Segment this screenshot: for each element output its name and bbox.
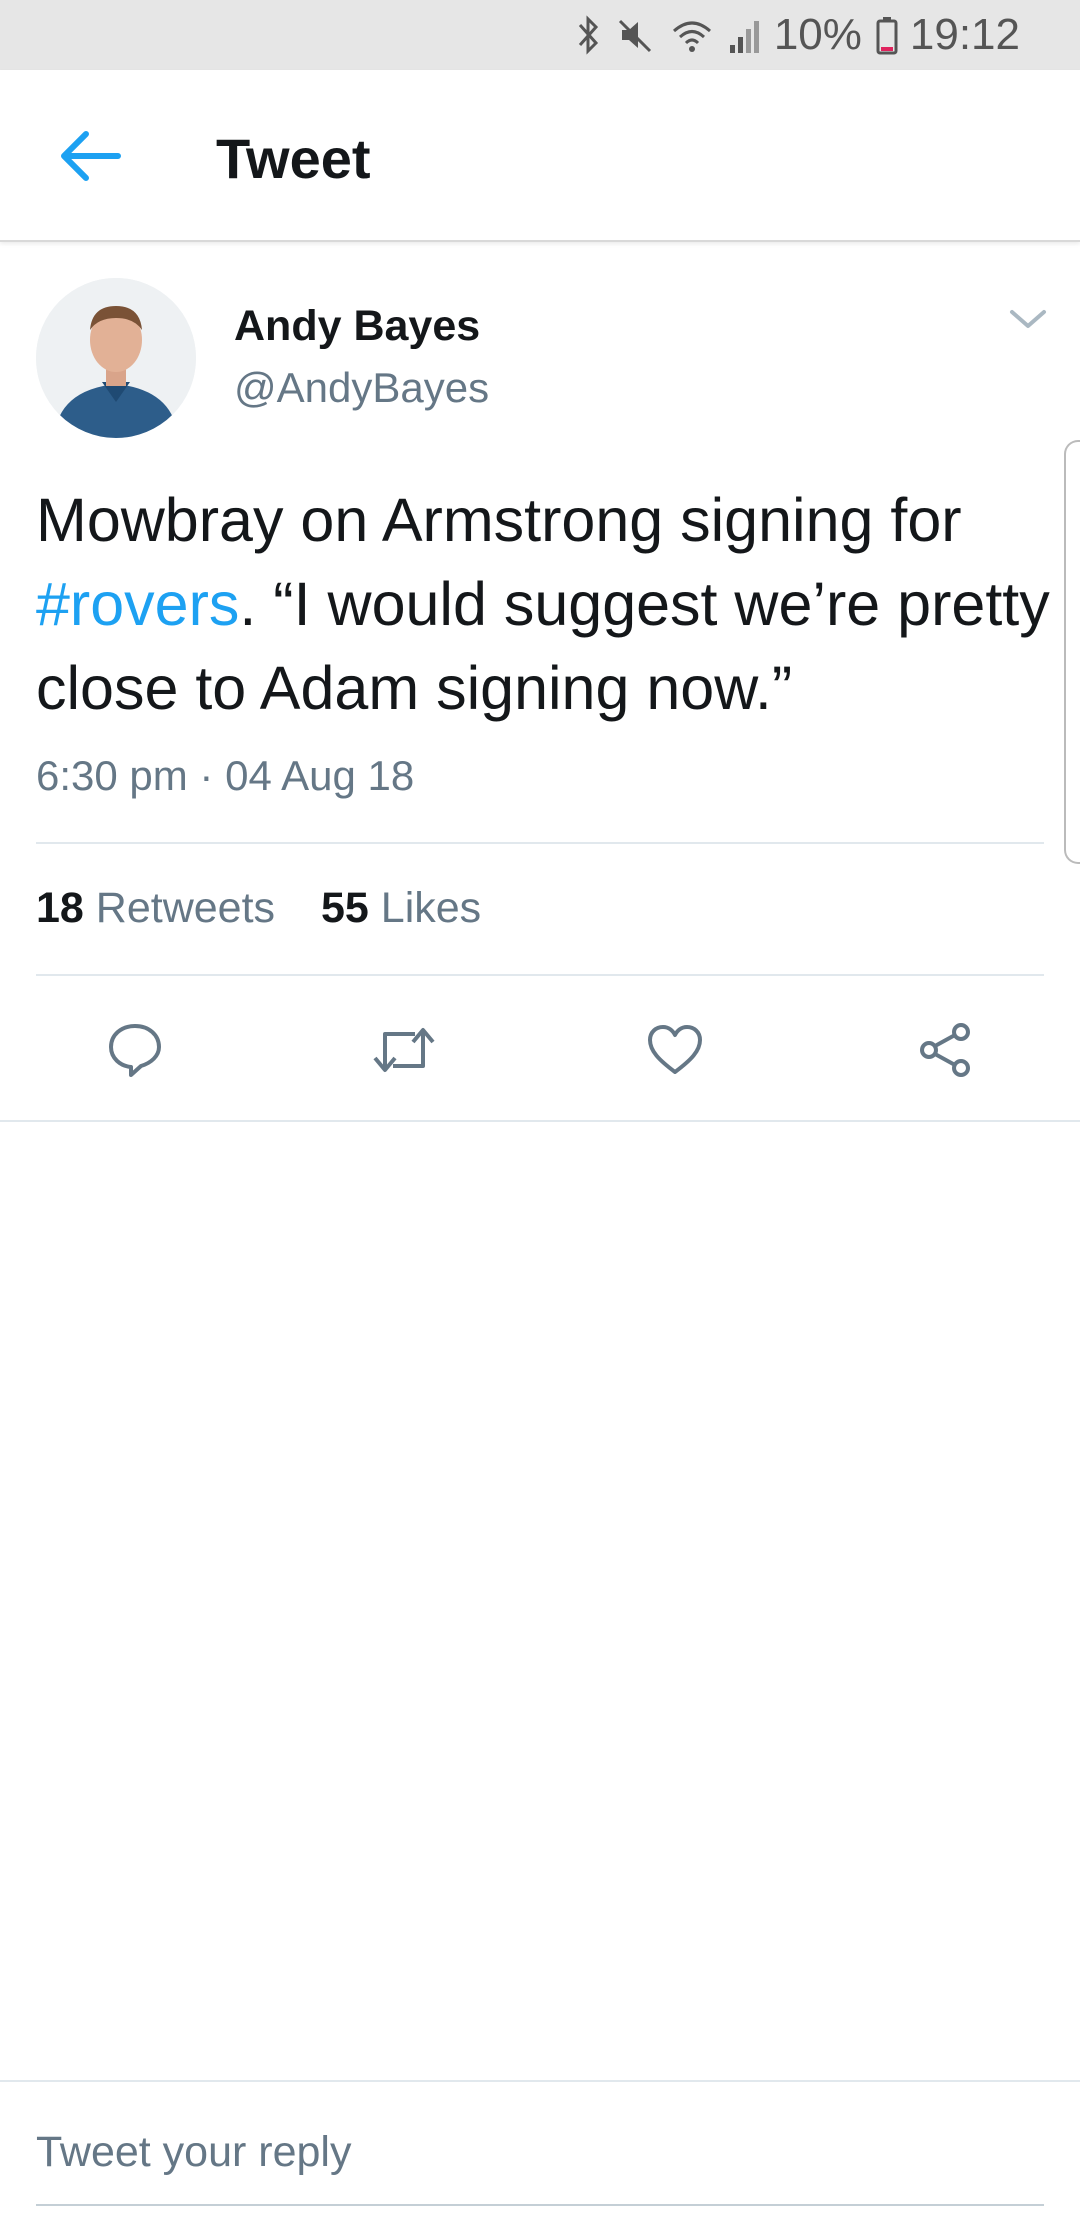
tweet-text-start: Mowbray on Armstrong signing for [36,486,962,554]
tweet-stats: 18 Retweets 55 Likes [36,884,515,933]
likes-stat[interactable]: 55 Likes [321,884,481,932]
tweet-timestamp: 6:30 pm · 04 Aug 18 [36,752,415,799]
retweet-label: Retweets [95,884,276,932]
divider [36,842,1044,844]
share-icon[interactable] [905,1010,985,1090]
app-bar: Tweet [0,70,1080,242]
mute-icon [616,15,656,55]
avatar[interactable] [36,278,196,438]
avatar-image [36,278,196,438]
hashtag-link[interactable]: #rovers [36,570,239,638]
battery-icon [876,15,898,55]
wifi-icon [670,15,714,55]
tweet-text: Mowbray on Armstrong signing for #rovers… [36,478,1056,730]
reply-underline [36,2204,1044,2206]
scroll-handle[interactable] [1064,440,1080,864]
divider [0,1120,1080,1122]
battery-percent: 10% [773,10,862,59]
page-title: Tweet [216,127,371,190]
clock: 19:12 [909,10,1020,59]
retweet-count: 18 [36,884,84,932]
divider [36,974,1044,976]
like-icon[interactable] [635,1010,715,1090]
reply-icon[interactable] [95,1010,175,1090]
retweet-icon[interactable] [364,1010,444,1090]
author-handle[interactable]: @AndyBayes [234,364,489,412]
status-bar: 10% 19:12 [0,0,1080,70]
chevron-down-icon[interactable] [1008,304,1048,334]
back-arrow-icon[interactable] [56,128,126,184]
like-count: 55 [321,884,369,932]
bluetooth-icon [576,15,602,55]
author-name[interactable]: Andy Bayes [234,302,480,351]
signal-icon [728,15,762,55]
reply-input[interactable] [36,2122,1044,2182]
reply-bar [0,2080,1080,2222]
retweets-stat[interactable]: 18 Retweets [36,884,275,932]
like-label: Likes [380,884,482,932]
tweet-actions [0,1010,1080,1090]
